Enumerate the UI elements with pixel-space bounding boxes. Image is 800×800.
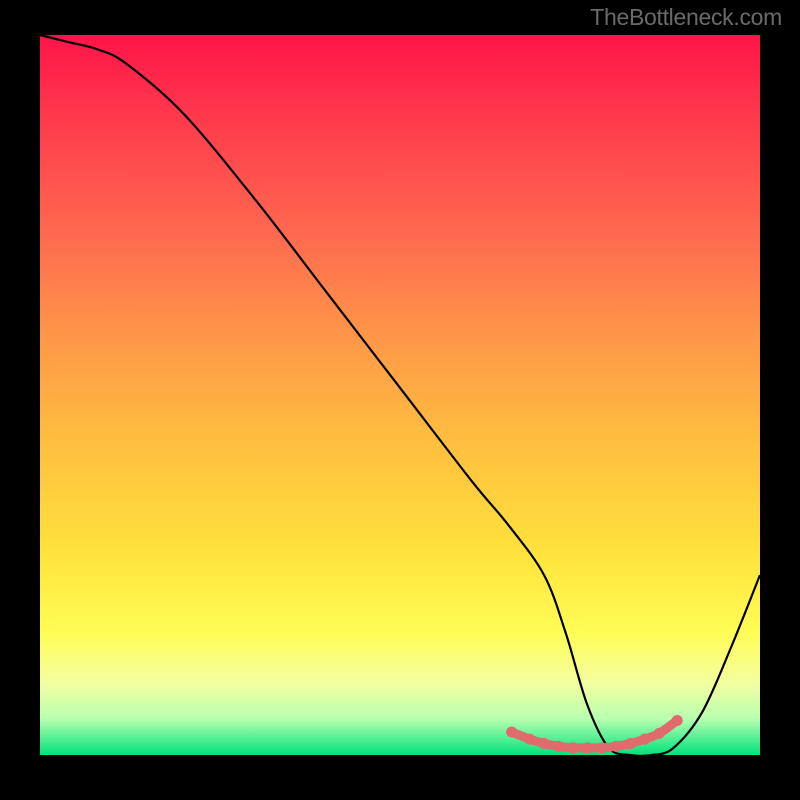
valley-marker (639, 734, 650, 745)
chart-frame: TheBottleneck.com (0, 0, 800, 800)
valley-marker (672, 715, 683, 726)
bottleneck-curve (40, 35, 760, 756)
valley-marker (654, 728, 665, 739)
valley-marker (553, 741, 564, 752)
valley-marker (567, 742, 578, 753)
plot-area (40, 35, 760, 755)
attribution-text: TheBottleneck.com (590, 4, 782, 31)
valley-marker (539, 738, 550, 749)
valley-marker (596, 742, 607, 753)
valley-marker (582, 742, 593, 753)
valley-marker (524, 734, 535, 745)
valley-marker (625, 738, 636, 749)
valley-marker (611, 741, 622, 752)
curve-layer (40, 35, 760, 755)
valley-marker (506, 726, 517, 737)
